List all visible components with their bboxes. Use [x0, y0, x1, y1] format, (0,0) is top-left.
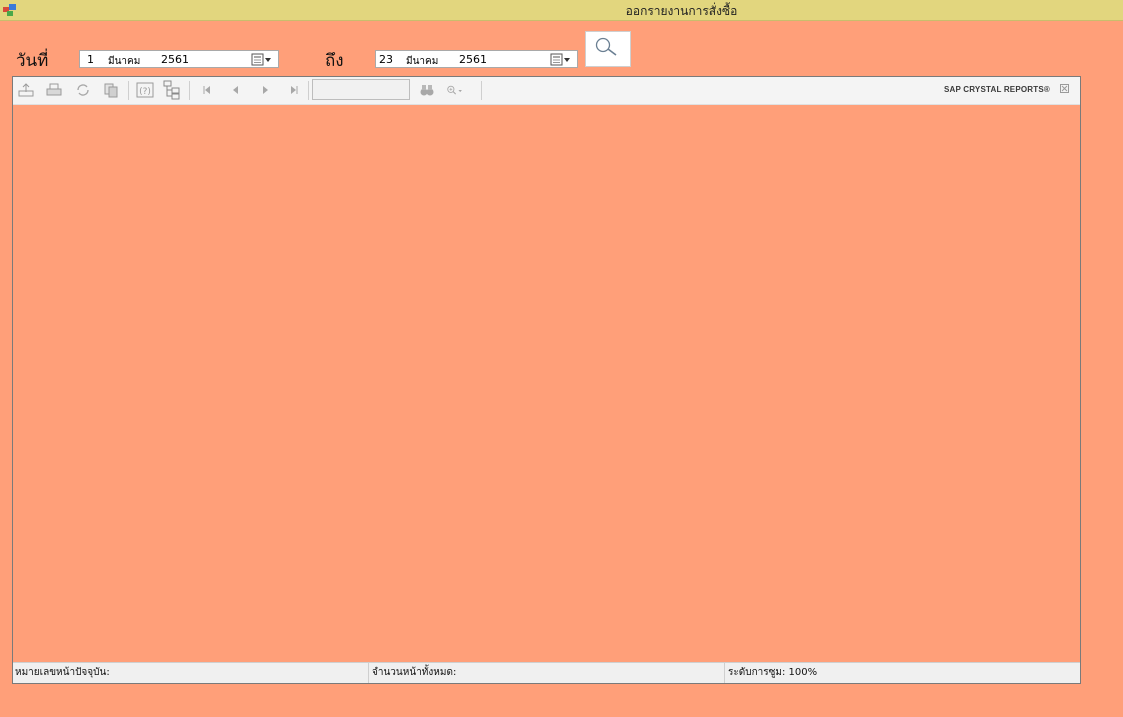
- toolbar-separator: [308, 81, 309, 100]
- toolbar-separator: [128, 81, 129, 100]
- viewer-statusbar: หมายเลขหน้าปัจจุบัน: จำนวนหน้าทั้งหมด: ร…: [13, 662, 1080, 683]
- total-pages-status: จำนวนหน้าทั้งหมด:: [372, 667, 457, 678]
- from-date-label: วันที่: [16, 51, 49, 71]
- first-page-icon[interactable]: [198, 82, 216, 98]
- toolbar-separator: [189, 81, 190, 100]
- last-page-icon[interactable]: [285, 82, 303, 98]
- zoom-level-status: ระดับการซูม: 100%: [728, 667, 818, 678]
- start-date-day: 1: [87, 53, 94, 66]
- start-date-month: มีนาคม: [108, 56, 141, 67]
- copy-icon[interactable]: [102, 82, 120, 98]
- end-date-day: 23: [379, 53, 393, 66]
- toolbar-separator: [481, 81, 482, 100]
- export-icon[interactable]: [17, 82, 35, 98]
- start-date-picker[interactable]: 1 มีนาคม 2561: [79, 50, 279, 68]
- current-page-status: หมายเลขหน้าปัจจุบัน:: [15, 667, 110, 678]
- print-icon[interactable]: [45, 82, 63, 98]
- end-date-picker[interactable]: 23 มีนาคม 2561: [375, 50, 578, 68]
- status-divider: [368, 663, 369, 683]
- end-date-month: มีนาคม: [406, 56, 439, 67]
- help-icon[interactable]: (?): [136, 82, 154, 98]
- window-title: ออกรายงานการสั่งซื้อ: [625, 4, 738, 18]
- search-button[interactable]: [585, 31, 631, 67]
- status-divider: [724, 663, 725, 683]
- next-page-icon[interactable]: [256, 82, 274, 98]
- end-date-year: 2561: [459, 53, 487, 66]
- sap-crystal-reports-logo: SAP CRYSTAL REPORTS®: [943, 85, 1050, 94]
- calendar-dropdown-icon[interactable]: [251, 53, 273, 66]
- find-binoculars-icon[interactable]: [418, 82, 436, 98]
- svg-text:(?): (?): [139, 87, 151, 97]
- zoom-dropdown-icon[interactable]: [446, 82, 464, 98]
- close-icon[interactable]: [1060, 84, 1069, 93]
- start-date-year: 2561: [161, 53, 189, 66]
- goto-page-input[interactable]: [312, 79, 410, 100]
- to-date-label: ถึง: [325, 51, 344, 71]
- report-viewer[interactable]: (?) SAP CRYSTAL REPORTS® หมายเลขหน้าปัจจ…: [12, 76, 1081, 684]
- previous-page-icon[interactable]: [227, 82, 245, 98]
- calendar-dropdown-icon[interactable]: [550, 53, 572, 66]
- viewer-toolbar: (?) SAP CRYSTAL REPORTS®: [13, 77, 1080, 105]
- window-titlebar: ออกรายงานการสั่งซื้อ: [0, 0, 1123, 21]
- refresh-icon[interactable]: [74, 82, 92, 98]
- magnifier-icon: [595, 37, 617, 56]
- group-tree-icon[interactable]: [163, 80, 181, 100]
